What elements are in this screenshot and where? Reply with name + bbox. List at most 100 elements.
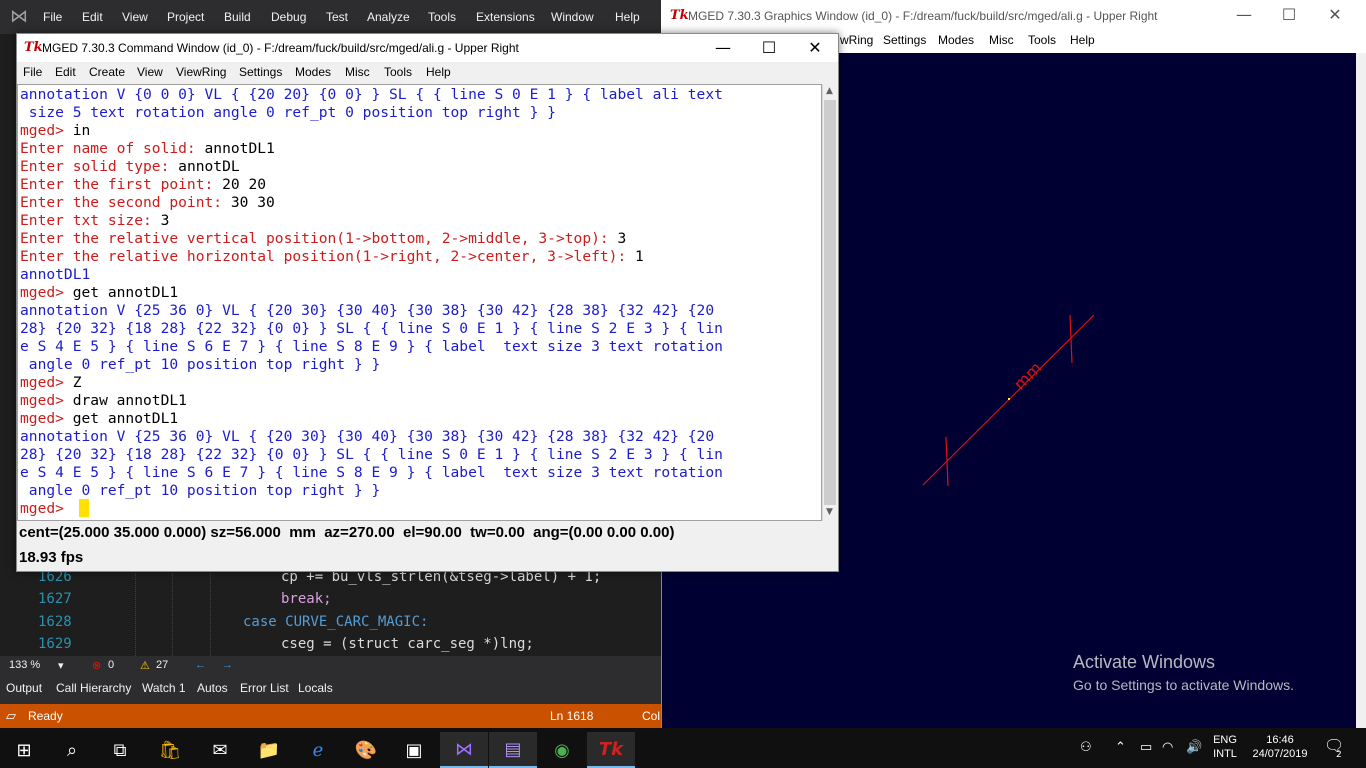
chevron-down-icon[interactable]: ▾ (58, 659, 64, 672)
console-prompt: mged> (20, 410, 73, 427)
tab-watch-1[interactable]: Watch 1 (142, 681, 186, 695)
task-view-icon[interactable]: ⧉ (96, 732, 144, 768)
scroll-down-icon[interactable]: ▼ (826, 507, 833, 517)
volume-icon[interactable]: 🔊 (1186, 739, 1202, 755)
console-line: size 5 text rotation angle 0 ref_pt 0 po… (20, 104, 556, 121)
menu-help[interactable]: Help (426, 65, 451, 79)
language-indicator[interactable]: ENG INTL (1208, 733, 1242, 761)
vs-menu-extensions[interactable]: Extensions (476, 10, 535, 24)
tk-mged-icon[interactable]: Tk (587, 732, 635, 768)
visual-studio-icon[interactable]: ⋈ (440, 732, 488, 768)
console-line: 28} {20 32} {18 28} {22 32} {0 0} } SL {… (20, 320, 723, 337)
console-prompt: Enter the relative vertical position(1->… (20, 230, 618, 247)
tab-autos[interactable]: Autos (197, 681, 228, 695)
close-icon[interactable]: ✕ (792, 34, 838, 62)
maximize-icon[interactable]: ☐ (746, 34, 792, 62)
vs-menu-debug[interactable]: Debug (271, 10, 306, 24)
error-icon[interactable]: ⊗ (92, 659, 101, 672)
tab-locals[interactable]: Locals (298, 681, 333, 695)
console-line: annotation V {25 36 0} VL { {20 30} {30 … (20, 428, 715, 445)
menu-tools[interactable]: Tools (1028, 33, 1056, 47)
people-icon[interactable]: ⚇ (1080, 739, 1092, 755)
tab-output[interactable]: Output (6, 681, 42, 695)
error-count[interactable]: 0 (108, 659, 114, 671)
store-icon[interactable]: 🛍 (146, 732, 194, 768)
zoom-level[interactable]: 133 % (9, 659, 40, 671)
console-input: Z (72, 374, 82, 391)
status-column[interactable]: Col (642, 709, 660, 723)
command-console[interactable]: annotation V {0 0 0} VL { {20 20} {0 0} … (17, 84, 822, 521)
file-explorer-icon[interactable]: 📁 (245, 732, 293, 768)
chrome-icon[interactable]: ◉ (538, 732, 586, 768)
menu-settings[interactable]: Settings (883, 33, 926, 47)
console-prompt: Enter solid type: (20, 158, 179, 175)
maximize-icon[interactable]: ☐ (1266, 1, 1312, 29)
console-line: Enter solid type: annotDL (20, 158, 240, 176)
menu-tools[interactable]: Tools (384, 65, 412, 79)
menu-file[interactable]: File (23, 65, 42, 79)
vs-menu-view[interactable]: View (122, 10, 148, 24)
minimize-icon[interactable]: — (700, 34, 746, 62)
vs-menu-analyze[interactable]: Analyze (367, 10, 410, 24)
menu-settings[interactable]: Settings (239, 65, 282, 79)
mail-icon[interactable]: ✉ (196, 732, 244, 768)
graphics-scrollbar[interactable] (1356, 53, 1366, 728)
menu-misc[interactable]: Misc (345, 65, 370, 79)
tk-icon: Tk (24, 40, 43, 55)
language-code: ENG (1213, 734, 1237, 746)
code-line[interactable]: cseg = (struct carc_seg *)lng; (281, 636, 534, 652)
menu-modes[interactable]: Modes (938, 33, 974, 47)
close-icon[interactable]: ✕ (1312, 1, 1358, 29)
tk-icon: Tk (670, 8, 689, 23)
command-prompt-icon[interactable]: ▣ (390, 732, 438, 768)
menu-help[interactable]: Help (1070, 33, 1095, 47)
activate-windows-subtitle: Go to Settings to activate Windows. (1073, 677, 1294, 693)
visual-studio-logo-icon: ⋈ (10, 6, 28, 27)
console-line: Enter the first point: 20 20 (20, 176, 266, 194)
console-prompt: mged> (20, 392, 73, 409)
wifi-icon[interactable]: ◠ (1162, 739, 1173, 755)
vs-menu-file[interactable]: File (43, 10, 62, 24)
clock[interactable]: 16:46 24/07/2019 (1250, 733, 1310, 761)
console-line: annotation V {0 0 0} VL { {20 20} {0 0} … (20, 86, 723, 103)
chevron-up-icon[interactable]: ⌃ (1115, 739, 1126, 755)
edge-icon[interactable]: ℯ (294, 732, 342, 768)
vs-menu-tools[interactable]: Tools (428, 10, 456, 24)
console-line: mged> get annotDL1 (20, 284, 178, 302)
code-line[interactable]: break; (281, 591, 332, 607)
menu-edit[interactable]: Edit (55, 65, 76, 79)
vs-menu-window[interactable]: Window (551, 10, 594, 24)
menu-viewring[interactable]: wRing (840, 33, 873, 47)
code-line[interactable]: case CURVE_CARC_MAGIC: (243, 614, 428, 630)
menu-create[interactable]: Create (89, 65, 125, 79)
warning-count[interactable]: 27 (156, 659, 168, 671)
tab-call-hierarchy[interactable]: Call Hierarchy (56, 681, 131, 695)
vs-menu-help[interactable]: Help (615, 10, 640, 24)
search-icon[interactable]: ⌕ (48, 732, 96, 768)
minimize-icon[interactable]: — (1221, 1, 1267, 29)
vs-menu-project[interactable]: Project (167, 10, 204, 24)
arrow-right-icon[interactable]: → (222, 659, 233, 671)
console-scroll-thumb[interactable] (824, 100, 836, 505)
terminal-icon[interactable]: ▤ (489, 732, 537, 768)
console-input: in (72, 122, 91, 139)
vs-menu-edit[interactable]: Edit (82, 10, 103, 24)
scroll-up-icon[interactable]: ▲ (826, 86, 833, 96)
menu-modes[interactable]: Modes (295, 65, 331, 79)
menu-misc[interactable]: Misc (989, 33, 1014, 47)
text-cursor (79, 499, 89, 517)
menu-view[interactable]: View (137, 65, 163, 79)
status-line-number[interactable]: Ln 1618 (550, 709, 593, 723)
battery-icon[interactable]: ▭ (1140, 739, 1152, 755)
keyboard-layout: INTL (1213, 748, 1237, 760)
windows-start-icon[interactable]: ⊞ (0, 732, 48, 768)
vs-menu-build[interactable]: Build (224, 10, 251, 24)
paint-icon[interactable]: 🎨 (342, 732, 390, 768)
console-prompt: Enter the relative horizontal position(1… (20, 248, 636, 265)
vs-menu-test[interactable]: Test (326, 10, 348, 24)
menu-viewring[interactable]: ViewRing (176, 65, 226, 79)
tab-error-list[interactable]: Error List (240, 681, 289, 695)
warning-icon[interactable]: ⚠ (140, 659, 150, 672)
indent-guide (172, 570, 173, 656)
arrow-left-icon[interactable]: ← (195, 659, 206, 671)
